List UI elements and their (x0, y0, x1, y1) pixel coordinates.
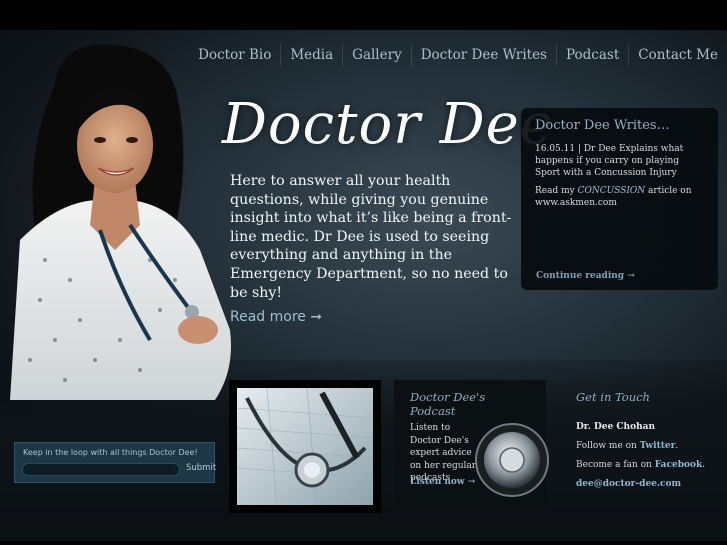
writes-panel: Doctor Dee Writes… 16.05.11 | Dr Dee Exp… (521, 108, 718, 290)
nav-media[interactable]: Media (280, 44, 342, 66)
nav-gallery[interactable]: Gallery (342, 44, 411, 66)
contact-email-link[interactable]: dee@doctor-dee.com (576, 479, 726, 489)
contact-section: Get in Touch Dr. Dee Chohan Follow me on… (576, 390, 726, 489)
stethoscope-photo (236, 387, 374, 506)
contact-twitter-line: Follow me on Twitter. (576, 441, 726, 451)
newsletter-label: Keep in the loop with all things Doctor … (23, 448, 198, 457)
newsletter-submit-button[interactable]: Submit (186, 463, 216, 473)
writes-entry-headline: 16.05.11 | Dr Dee Explains what happens … (535, 144, 684, 178)
newsletter-email-input[interactable] (22, 463, 180, 476)
writes-entry-summary: Read my CONCUSSION article on www.askmen… (535, 185, 704, 209)
facebook-suffix: . (702, 460, 706, 470)
hero-intro-text: Here to answer all your health questions… (230, 173, 512, 301)
nav-podcast[interactable]: Podcast (556, 44, 628, 66)
twitter-link[interactable]: Twitter (640, 441, 676, 451)
facebook-link[interactable]: Facebook (655, 460, 702, 470)
hero-title: Doctor Dee (222, 92, 554, 157)
writes-entry-prefix: Read my (535, 186, 578, 196)
twitter-prefix: Follow me on (576, 441, 640, 451)
contact-heading: Get in Touch (576, 390, 650, 404)
writes-title[interactable]: Doctor Dee Writes… (535, 118, 704, 133)
podcast-heading: Doctor Dee's Podcast (410, 390, 486, 418)
doctor-portrait-image (10, 44, 231, 400)
page-stage: Doctor Bio Media Gallery Doctor Dee Writ… (0, 30, 727, 545)
listen-now-link[interactable]: Listen now → (410, 477, 475, 487)
contact-name: Dr. Dee Chohan (576, 422, 656, 432)
contact-facebook-line: Become a fan on Facebook. (576, 460, 726, 470)
read-more-link[interactable]: Read more ➞ (230, 309, 322, 325)
gallery-thumbnail[interactable] (229, 380, 381, 513)
speaker-icon (475, 423, 549, 497)
nav-contact-me[interactable]: Contact Me (628, 44, 727, 66)
nav-doctor-dee-writes[interactable]: Doctor Dee Writes (410, 44, 556, 66)
writes-entry-highlight: CONCUSSION (577, 186, 646, 196)
continue-reading-link[interactable]: Continue reading → (536, 271, 635, 281)
podcast-box: Doctor Dee's Podcast Listen to Doctor De… (394, 380, 549, 513)
bottom-black-strip (0, 541, 727, 545)
facebook-prefix: Become a fan on (576, 460, 655, 470)
twitter-suffix: . (675, 441, 679, 451)
top-black-bar (0, 0, 727, 30)
main-nav: Doctor Bio Media Gallery Doctor Dee Writ… (189, 44, 727, 66)
newsletter-box: Keep in the loop with all things Doctor … (14, 442, 216, 483)
